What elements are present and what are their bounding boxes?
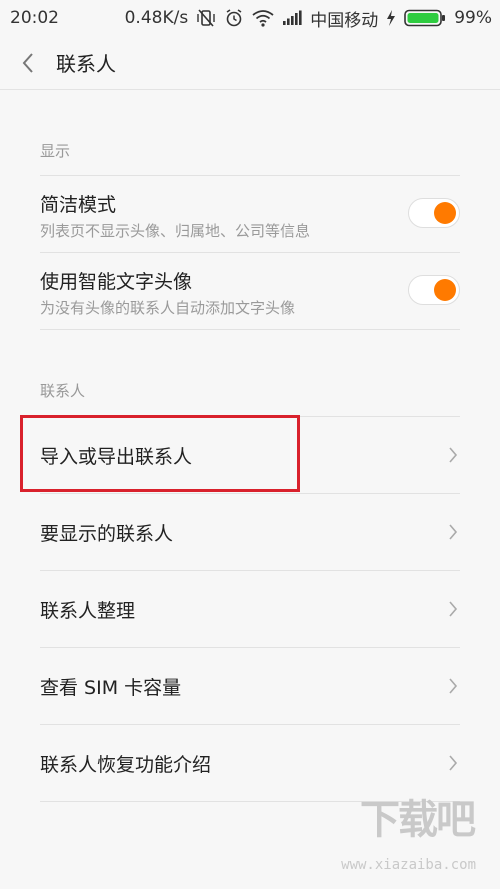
battery-icon xyxy=(404,9,446,27)
chevron-right-icon xyxy=(449,755,458,771)
highlight-annotation xyxy=(20,415,300,492)
setting-title: 使用智能文字头像 xyxy=(40,271,193,293)
network-speed: 0.48K/s xyxy=(124,8,189,28)
toggle-knob xyxy=(434,202,456,224)
status-time: 20:02 xyxy=(10,8,59,28)
chevron-right-icon xyxy=(449,678,458,694)
toggle-knob xyxy=(434,279,456,301)
chevron-right-icon xyxy=(449,601,458,617)
charging-icon xyxy=(387,10,396,26)
section-header-contacts: 联系人 xyxy=(40,382,86,400)
setting-smart-text-avatar[interactable]: 使用智能文字头像 为没有头像的联系人自动添加文字头像 xyxy=(40,252,460,329)
setting-title: 简洁模式 xyxy=(40,194,117,216)
vibrate-off-icon xyxy=(197,9,215,27)
setting-subtitle: 列表页不显示头像、归属地、公司等信息 xyxy=(40,222,311,240)
alarm-icon xyxy=(226,9,242,27)
back-button[interactable] xyxy=(0,36,56,90)
menu-item-organize-contacts[interactable]: 联系人整理 xyxy=(40,570,460,647)
menu-item-label: 要显示的联系人 xyxy=(40,522,174,545)
menu-item-sim-capacity[interactable]: 查看 SIM 卡容量 xyxy=(40,647,460,724)
chevron-right-icon xyxy=(449,447,458,463)
setting-subtitle: 为没有头像的联系人自动添加文字头像 xyxy=(40,299,296,317)
chevron-right-icon xyxy=(449,524,458,540)
page-title: 联系人 xyxy=(56,52,116,76)
watermark-url: www.xiazaiba.com xyxy=(341,857,476,873)
smart-text-avatar-toggle[interactable] xyxy=(408,275,460,305)
menu-item-label: 查看 SIM 卡容量 xyxy=(40,676,182,699)
carrier-name: 中国移动 xyxy=(310,10,379,31)
status-bar: 20:02 0.48K/s 中国移动 99% xyxy=(0,0,500,36)
signal-icon xyxy=(283,10,302,25)
app-header: 联系人 xyxy=(0,36,500,90)
status-right: 0.48K/s 中国移动 99% xyxy=(125,6,492,31)
setting-simple-mode[interactable]: 简洁模式 列表页不显示头像、归属地、公司等信息 xyxy=(40,175,460,252)
wifi-icon xyxy=(252,10,274,27)
menu-item-label: 联系人恢复功能介绍 xyxy=(40,753,212,776)
menu-item-contacts-to-display[interactable]: 要显示的联系人 xyxy=(40,493,460,570)
battery-percent: 99% xyxy=(454,8,492,28)
watermark-logo: 下载吧 xyxy=(360,797,476,843)
chevron-left-icon xyxy=(22,52,33,73)
menu-item-label: 联系人整理 xyxy=(40,599,136,622)
simple-mode-toggle[interactable] xyxy=(408,198,460,228)
section-header-display: 显示 xyxy=(40,142,71,160)
divider xyxy=(40,329,460,330)
